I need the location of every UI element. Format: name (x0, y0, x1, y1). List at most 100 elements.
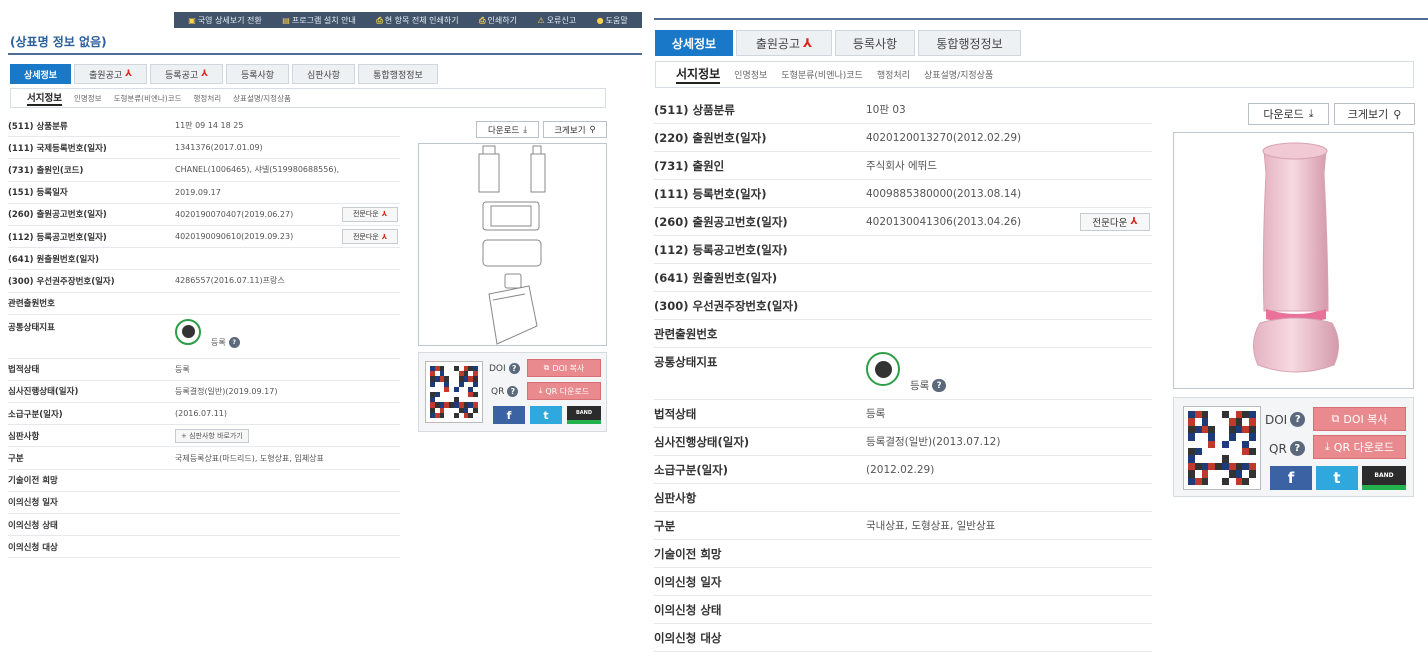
subtab-biblio[interactable]: 서지정보 (27, 90, 62, 106)
band-icon[interactable]: BAND (1362, 466, 1406, 490)
tab-detail[interactable]: 상세정보 (655, 30, 733, 56)
row-label: 소급구분(일자) (654, 462, 728, 477)
download-button[interactable]: 다운로드 ⤓ (476, 121, 539, 138)
help-icon[interactable]: ? (507, 386, 519, 397)
subtab-admin-process[interactable]: 행정처리 (877, 68, 910, 81)
row-value: 등록 (866, 408, 886, 420)
share-panel: DOI? QR? ⧉ DOI 복사 ⤓ QR 다운로드 f t BAND (1173, 397, 1414, 497)
doi-label: DOI? (489, 363, 520, 374)
topbar-link-3[interactable]: ⎙ 인쇄하기 (479, 15, 517, 26)
row-value: 4020130041306(2013.04.26) (866, 215, 1022, 228)
table-row: (260) 출원공고번호(일자) 4020190070407(2019.06.27… (8, 204, 400, 226)
subtab-vienna[interactable]: 도형분류(비엔나)코드 (781, 68, 863, 81)
topbar-link-4[interactable]: ⚠ 오류신고 (538, 15, 577, 26)
row-label: 관련출원번호 (654, 326, 718, 341)
topbar-link-1[interactable]: ▤ 프로그램 설치 안내 (282, 15, 356, 26)
status-value: 등록 (211, 337, 226, 347)
row-value: 국제등록상표(마드리드), 도형상표, 입체상표 (175, 453, 324, 463)
help-icon[interactable]: ? (228, 336, 240, 348)
trial-link-button[interactable]: + 심판사항 바로가기 (175, 428, 249, 443)
row-label: 심사진행상태(일자) (654, 434, 750, 449)
doi-copy-button[interactable]: ⧉ DOI 복사 (527, 359, 601, 377)
row-label: 심판사항 (8, 431, 40, 442)
trademark-image[interactable] (418, 143, 607, 346)
twitter-icon[interactable]: t (530, 406, 562, 424)
subtab-goods[interactable]: 상표설명/지정상품 (924, 68, 993, 81)
table-row: 구분 국내상표, 도형상표, 일반상표 (654, 512, 1152, 540)
tab-registration[interactable]: 등록사항 (835, 30, 915, 56)
view-icon: ▣ (188, 15, 196, 25)
subtab-vienna[interactable]: 도형분류(비엔나)코드 (114, 93, 182, 104)
trademark-image[interactable] (1173, 132, 1414, 389)
title-divider (8, 53, 642, 55)
qr-code (1183, 406, 1261, 490)
row-label: (511) 상품분류 (8, 121, 68, 132)
row-label: (300) 우선권주장번호(일자) (8, 276, 115, 287)
topbar-link-0[interactable]: ▣ 국영 상세보기 전환 (188, 15, 262, 26)
tab-app-notice[interactable]: 출원공고 ⅄ (74, 64, 147, 84)
row-label: 법적상태 (654, 406, 697, 421)
tab-registration[interactable]: 등록사항 (226, 64, 289, 84)
fulltext-download-button[interactable]: 전문다운 ⅄ (1080, 212, 1150, 231)
row-value: 1341376(2017.01.09) (175, 143, 263, 153)
table-row: 관련출원번호 (654, 320, 1152, 348)
table-row: 기술이전 희망 (654, 540, 1152, 568)
tab-bar: 상세정보 출원공고 ⅄ 등록공고 ⅄ 등록사항 심판사항 통합행정정보 (10, 64, 441, 84)
pink-bottle-drawing (1253, 142, 1339, 373)
copy-icon: ⧉ (1331, 412, 1340, 425)
row-value: 주식회사 에뛰드 (866, 160, 937, 172)
table-row: (300) 우선권주장번호(일자) 4286557(2016.07.11)프랑스 (8, 270, 400, 293)
twitter-icon[interactable]: t (1316, 466, 1358, 490)
table-row: (641) 원출원번호(일자) (8, 248, 400, 271)
perfume-bottle-drawing (478, 145, 546, 345)
table-row: (112) 등록공고번호(일자) 4020190090610(2019.09.23… (8, 226, 400, 249)
tab-admin[interactable]: 통합행정정보 (358, 64, 438, 84)
status-indicator: 등록? (866, 348, 1066, 399)
table-row: 이의신청 상태 (654, 596, 1152, 624)
subtab-goods[interactable]: 상표설명/지정상품 (233, 93, 291, 104)
tab-detail[interactable]: 상세정보 (10, 64, 71, 84)
help-icon[interactable]: ? (932, 378, 946, 393)
zoom-button[interactable]: 크게보기 ⚲ (1334, 103, 1415, 125)
tab-admin[interactable]: 통합행정정보 (918, 30, 1021, 56)
subtab-biblio[interactable]: 서지정보 (676, 65, 721, 84)
help-icon[interactable]: ? (1289, 441, 1305, 456)
row-value: 등록결정(일반)(2013.07.12) (866, 436, 1001, 448)
download-button[interactable]: 다운로드 ⤓ (1248, 103, 1329, 125)
row-label: (731) 출원인(코드) (8, 165, 84, 176)
help-icon[interactable]: ? (1290, 412, 1306, 427)
share-panel: DOI? QR? ⧉ DOI 복사 ⤓ QR 다운로드 f t BAND (418, 352, 607, 432)
facebook-icon[interactable]: f (1270, 466, 1312, 490)
fulltext-download-button[interactable]: 전문다운 ⅄ (342, 229, 398, 245)
tab-reg-notice[interactable]: 등록공고 ⅄ (150, 64, 223, 84)
qr-download-button[interactable]: ⤓ QR 다운로드 (527, 382, 601, 400)
facebook-icon[interactable]: f (493, 406, 525, 424)
status-text: 등록? (211, 336, 240, 348)
help-icon[interactable]: ? (508, 363, 520, 374)
topbar-link-2[interactable]: ⎙ 현 항목 전체 인쇄하기 (376, 15, 458, 26)
doi-label: DOI? (1265, 412, 1306, 427)
doi-copy-button[interactable]: ⧉ DOI 복사 (1313, 407, 1406, 431)
table-row: 이의신청 상태 (8, 514, 400, 537)
subtab-person[interactable]: 인명정보 (734, 68, 767, 81)
table-row: 이의신청 일자 (654, 568, 1152, 596)
band-icon[interactable]: BAND (567, 406, 601, 424)
subtab-person[interactable]: 인명정보 (74, 93, 102, 104)
table-row: (511) 상품분류 10판 03 (654, 96, 1152, 124)
copy-icon: ⧉ (543, 363, 550, 372)
row-value: (2012.02.29) (866, 463, 935, 476)
row-label: (731) 출원인 (654, 158, 725, 173)
topbar-link-5[interactable]: ● 도움말 (597, 15, 628, 26)
tab-bar: 상세정보 출원공고 ⅄ 등록사항 통합행정정보 (655, 30, 1024, 56)
tab-app-notice[interactable]: 출원공고 ⅄ (736, 30, 832, 56)
right-panel: 상세정보 출원공고 ⅄ 등록사항 통합행정정보 서지정보 인명정보 도형분류(비엔… (650, 0, 1428, 670)
table-row: 심사진행상태(일자) 등록결정(일반)(2013.07.12) (654, 428, 1152, 456)
row-label: (511) 상품분류 (654, 102, 735, 117)
subtab-admin-process[interactable]: 행정처리 (194, 93, 222, 104)
table-row: 심사진행상태(일자) 등록결정(일반)(2019.09.17) (8, 381, 400, 404)
fulltext-download-button[interactable]: 전문다운 ⅄ (342, 206, 398, 222)
qr-download-button[interactable]: ⤓ QR 다운로드 (1313, 435, 1406, 459)
row-label: 소급구분(일자) (8, 409, 63, 420)
tab-trial[interactable]: 심판사항 (292, 64, 355, 84)
zoom-button[interactable]: 크게보기 ⚲ (543, 121, 607, 138)
